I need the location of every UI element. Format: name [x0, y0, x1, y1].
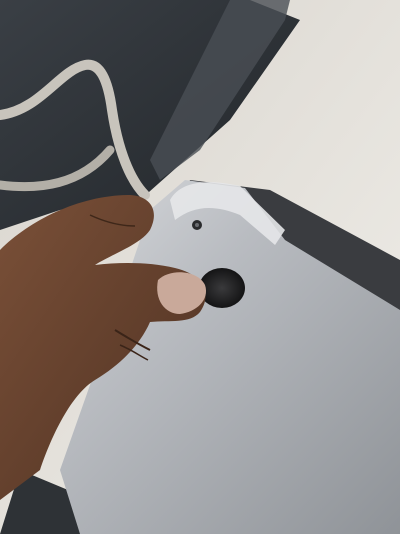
screw-head: [195, 223, 199, 227]
rubber-foot-icon: [199, 268, 245, 308]
scene-illustration: [0, 0, 400, 534]
photo-canvas: [0, 0, 400, 534]
